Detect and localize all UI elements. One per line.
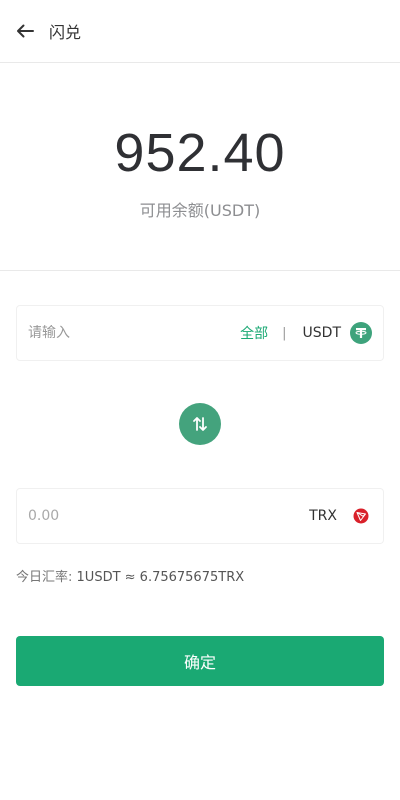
divider: | [282,325,287,341]
available-balance: 952.40 [114,123,286,183]
arrow-left-icon [17,24,34,38]
exchange-rate-value: 1USDT ≈ 6.75675675TRX [76,570,245,585]
tron-icon [350,505,372,527]
page-title: 闪兑 [49,23,82,42]
to-amount-box: 0.00 TRX [16,488,384,544]
top-bar: 闪兑 [0,0,400,63]
from-currency-label: USDT [302,325,341,341]
to-currency-label: TRX [309,508,337,524]
tether-icon [350,322,372,344]
to-amount-value: 0.00 [28,508,60,524]
from-amount-input[interactable] [17,325,241,341]
all-button[interactable]: 全部 [240,323,268,343]
back-button[interactable] [13,19,37,43]
swap-arrows-icon [193,417,207,431]
confirm-button[interactable]: 确定 [16,636,384,686]
exchange-rate-label: 今日汇率: [16,570,73,585]
swap-button[interactable] [179,403,221,445]
exchange-rate: 今日汇率: 1USDT ≈ 6.75675675TRX [16,566,244,585]
from-amount-box: 全部 | USDT [16,305,384,361]
balance-panel: 952.40 可用余额(USDT) [0,63,400,271]
available-balance-label: 可用余额(USDT) [139,201,261,220]
